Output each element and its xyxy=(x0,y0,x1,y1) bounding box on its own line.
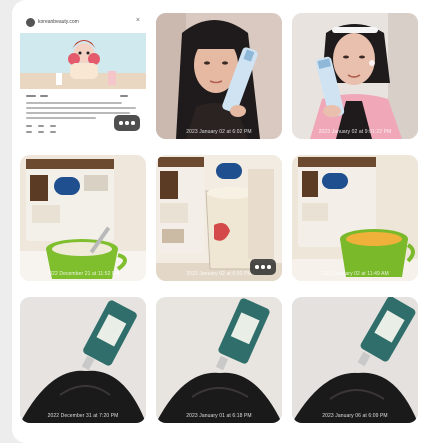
photo-timestamp: 2022 December 21 at 11:52 PM xyxy=(46,271,120,277)
post-caption-area xyxy=(20,89,146,139)
more-options-button[interactable] xyxy=(114,115,140,131)
media-tile-drink-2[interactable]: 2023 January 02 at 6:02 PM xyxy=(156,155,282,281)
media-tile-face-1[interactable]: 2023 January 02 at 6:02 PM xyxy=(156,13,282,139)
media-tile-drink-3[interactable]: 2023 January 02 at 11:49 AM xyxy=(292,155,418,281)
photo-protein-drink-green-cup xyxy=(20,155,146,281)
more-options-button[interactable] xyxy=(250,259,276,275)
photo-timestamp: 2023 January 01 at 6:18 PM xyxy=(186,413,252,419)
media-grid: koreanbeauty.com × 2023 January 02 at 6:… xyxy=(20,13,418,423)
media-tile-post[interactable]: koreanbeauty.com × xyxy=(20,13,146,139)
media-tile-drink-1[interactable]: 2022 December 21 at 11:52 PM xyxy=(20,155,146,281)
photo-scalp-serum-applicator xyxy=(156,297,282,423)
photo-scalp-serum-applicator xyxy=(292,297,418,423)
media-tile-scalp-2[interactable]: 2023 January 01 at 6:18 PM xyxy=(156,297,282,423)
photo-scalp-serum-applicator xyxy=(20,297,146,423)
photo-timestamp: 2023 January 06 at 6:09 PM xyxy=(322,413,388,419)
photo-timestamp: 2022 December 31 at 7:20 PM xyxy=(47,413,119,419)
photo-woman-applying-cream xyxy=(292,13,418,139)
photo-timestamp: 2023 January 02 at 9:01:22 PM xyxy=(318,129,392,135)
photo-timestamp: 2023 January 02 at 6:02 PM xyxy=(186,129,252,135)
media-tile-scalp-1[interactable]: 2022 December 31 at 7:20 PM xyxy=(20,297,146,423)
photo-woman-with-cream xyxy=(156,13,282,139)
photo-protein-drink-orange xyxy=(292,155,418,281)
media-tile-face-2[interactable]: 2023 January 02 at 9:01:22 PM xyxy=(292,13,418,139)
media-tile-scalp-3[interactable]: 2023 January 06 at 6:09 PM xyxy=(292,297,418,423)
photo-timestamp: 2023 January 02 at 11:49 AM xyxy=(321,271,389,277)
